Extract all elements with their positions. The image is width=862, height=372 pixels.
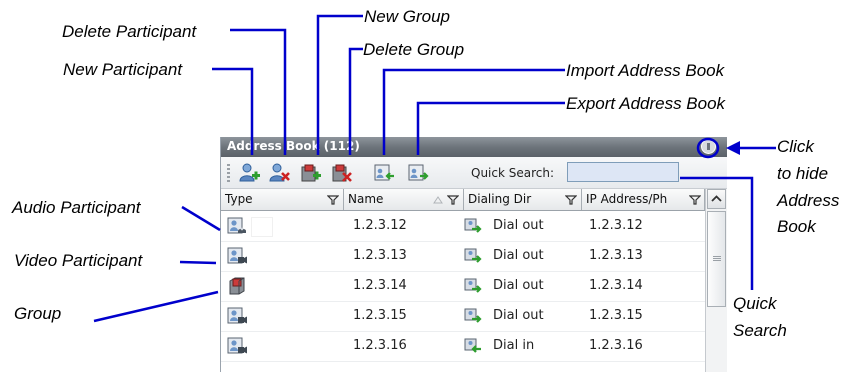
sort-ascending-icon [433, 196, 443, 204]
callout-export-address-book: Export Address Book [566, 94, 726, 113]
row-name: 1.2.3.16 [353, 338, 407, 353]
callout-new-group: New Group [364, 7, 450, 26]
audio-participant-icon [227, 217, 246, 234]
dial-out-icon [464, 248, 482, 263]
scroll-up-button[interactable] [707, 189, 726, 209]
callout-quick-search-2: Search [733, 321, 787, 340]
callout-group: Group [14, 304, 62, 323]
table-row[interactable]: 1.2.3.15 Dial out 1.2.3.15 [221, 301, 705, 332]
address-book-toolbar: Quick Search: [221, 157, 727, 189]
row-dialing-dir: Dial out [493, 218, 544, 233]
row-name: 1.2.3.15 [353, 308, 407, 323]
hide-address-book-button[interactable] [701, 139, 716, 154]
type-extra-swatch [251, 217, 273, 237]
row-name: 1.2.3.12 [353, 218, 407, 233]
new-participant-icon [239, 163, 260, 182]
callout-quick-search-1: Quick [733, 294, 777, 313]
scroll-thumb-grip [713, 256, 721, 261]
table-row[interactable]: 1.2.3.13 Dial out 1.2.3.13 [221, 241, 705, 272]
group-icon [229, 277, 245, 295]
column-header-type[interactable]: Type [221, 189, 344, 210]
filter-icon[interactable] [327, 195, 339, 205]
dial-out-icon [464, 278, 482, 293]
delete-group-button[interactable] [331, 163, 353, 183]
address-book-panel: Address Book (112) Quick Search: Type Na… [220, 137, 727, 372]
column-label-dialing-dir: Dialing Dir [468, 192, 532, 206]
dial-in-icon [464, 338, 481, 353]
table-row[interactable]: 1.2.3.14 Dial out 1.2.3.14 [221, 271, 705, 302]
callout-click-to-hide-3: Address [777, 191, 840, 210]
callout-new-participant: New Participant [63, 60, 183, 79]
filter-icon[interactable] [447, 195, 459, 205]
video-participant-icon [227, 307, 247, 324]
export-address-book-icon [408, 164, 429, 181]
address-book-header: Type Name Dialing Dir IP Address/Ph [221, 189, 705, 211]
column-label-name: Name [348, 192, 384, 206]
callout-import-address-book: Import Address Book [566, 61, 725, 80]
filter-icon[interactable] [565, 195, 577, 205]
row-ip-address: 1.2.3.12 [589, 218, 643, 233]
address-book-title: Address Book (112) [227, 139, 360, 153]
column-label-ip-address: IP Address/Ph [586, 192, 668, 206]
import-address-book-icon [374, 164, 394, 181]
export-address-book-button[interactable] [407, 163, 429, 183]
column-header-dialing-dir[interactable]: Dialing Dir [464, 189, 582, 210]
vertical-scrollbar[interactable] [705, 189, 727, 372]
table-row[interactable]: 1.2.3.12 Dial out 1.2.3.12 [221, 211, 705, 242]
row-dialing-dir: Dial out [493, 248, 544, 263]
row-dialing-dir: Dial out [493, 278, 544, 293]
video-participant-icon [227, 247, 247, 264]
chevron-up-icon [711, 195, 722, 202]
callout-delete-participant: Delete Participant [62, 22, 197, 41]
callout-delete-group: Delete Group [363, 40, 465, 59]
dial-out-icon [464, 218, 482, 233]
row-dialing-dir: Dial out [493, 308, 544, 323]
row-dialing-dir: Dial in [493, 338, 535, 353]
address-book-titlebar: Address Book (112) [221, 137, 727, 157]
table-row[interactable]: 1.2.3.16 Dial in 1.2.3.16 [221, 331, 705, 362]
callout-audio-participant: Audio Participant [12, 198, 141, 217]
column-header-ip-address[interactable]: IP Address/Ph [582, 189, 705, 210]
callout-click-to-hide-2: to hide [777, 164, 829, 183]
delete-group-icon [332, 164, 352, 182]
row-ip-address: 1.2.3.15 [589, 308, 643, 323]
quick-search-input[interactable] [567, 162, 679, 182]
callout-click-to-hide-1: Click [777, 137, 814, 156]
scroll-thumb[interactable] [707, 211, 726, 307]
row-ip-address: 1.2.3.13 [589, 248, 643, 263]
quick-search-label: Quick Search: [471, 166, 555, 180]
import-address-book-button[interactable] [373, 163, 395, 183]
toolbar-grip[interactable] [227, 164, 230, 182]
new-group-icon [301, 164, 321, 182]
new-group-button[interactable] [300, 163, 322, 183]
row-ip-address: 1.2.3.16 [589, 338, 643, 353]
new-participant-button[interactable] [239, 163, 261, 183]
row-name: 1.2.3.14 [353, 278, 407, 293]
callout-video-participant: Video Participant [14, 251, 143, 270]
callout-click-to-hide-4: Book [777, 217, 816, 236]
row-name: 1.2.3.13 [353, 248, 407, 263]
row-ip-address: 1.2.3.14 [589, 278, 643, 293]
column-header-name[interactable]: Name [344, 189, 464, 210]
dial-out-icon [464, 308, 482, 323]
filter-icon[interactable] [689, 195, 701, 205]
delete-participant-button[interactable] [269, 163, 291, 183]
column-label-type: Type [225, 192, 253, 206]
video-participant-icon [227, 337, 247, 354]
delete-participant-icon [269, 163, 290, 182]
